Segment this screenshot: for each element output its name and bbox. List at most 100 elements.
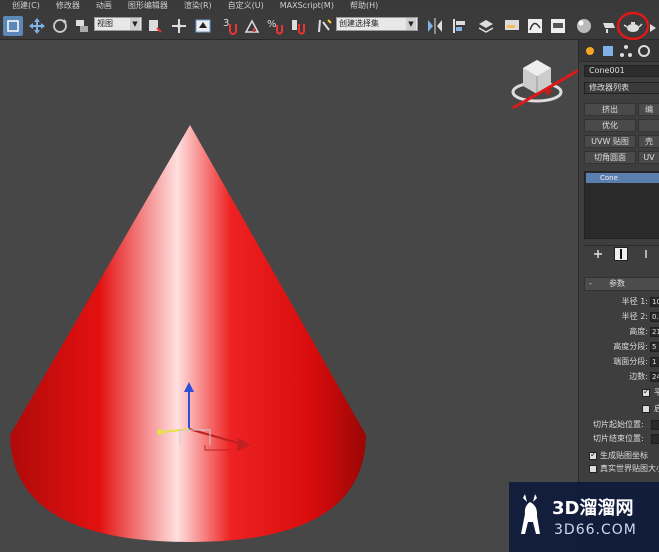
slice-on-checkbox[interactable]	[642, 405, 650, 413]
optimize-button[interactable]: 优化	[584, 119, 636, 132]
menu-create[interactable]: 创建(C)	[12, 0, 40, 12]
uvw-map-button[interactable]: UVW 贴图	[584, 135, 636, 148]
generate-mapping-checkbox[interactable]	[589, 450, 597, 460]
motion-tab-icon[interactable]	[637, 44, 651, 58]
modify-tab-icon[interactable]	[601, 44, 615, 58]
percent-snap-button[interactable]: %	[265, 16, 285, 36]
make-unique-icon[interactable]	[640, 249, 652, 259]
real-world-map-label: 真实世界贴图大小	[600, 464, 659, 473]
annotation-highlight-circle	[616, 11, 650, 41]
menu-maxscript[interactable]: MAXScript(M)	[280, 0, 334, 12]
slice-to-input[interactable]	[651, 434, 659, 444]
ribbon-icon	[505, 20, 519, 30]
menu-help[interactable]: 帮助(H)	[350, 0, 378, 12]
slice-from-label: 切片起始位置:	[593, 420, 644, 429]
graphite-ribbon-button[interactable]	[502, 16, 522, 36]
param-radius1-input[interactable]: 10	[650, 297, 659, 307]
reference-coordinate-button[interactable]	[72, 16, 92, 36]
menu-graph-editors[interactable]: 图形编辑器	[128, 0, 168, 12]
spinner-snap-icon	[292, 20, 305, 35]
rollout-title: 参数	[609, 279, 625, 288]
perspective-viewport[interactable]	[0, 40, 578, 552]
chamfer-button[interactable]: 切角圆面	[584, 151, 636, 164]
modifier-list-dropdown[interactable]: 修改器列表	[584, 82, 659, 94]
pivot-button[interactable]	[145, 16, 165, 36]
blank-modifier-button[interactable]	[638, 119, 659, 132]
menu-animation[interactable]: 动画	[96, 0, 112, 12]
select-object-icon	[7, 20, 19, 32]
slice-from-input[interactable]	[651, 420, 659, 430]
stack-item-cone[interactable]: Cone	[586, 173, 659, 183]
uv-button[interactable]: UV	[638, 151, 659, 164]
chevron-down-icon: ▼	[406, 18, 416, 30]
param-sides-input[interactable]: 24	[650, 372, 659, 382]
snaps-toggle-button[interactable]: 3	[220, 16, 240, 36]
coordinate-icon	[76, 20, 88, 32]
menu-customize[interactable]: 自定义(U)	[228, 0, 264, 12]
cone-object[interactable]	[10, 125, 366, 542]
generate-mapping-label: 生成贴图坐标	[600, 451, 648, 460]
select-manipulate-button[interactable]	[169, 16, 189, 36]
material-editor-button[interactable]	[574, 16, 594, 36]
param-height-segments-input[interactable]: 5	[650, 342, 659, 352]
end-result-icon	[620, 249, 622, 259]
named-selection-icon	[318, 19, 332, 33]
angle-snap-button[interactable]	[242, 16, 262, 36]
create-tab-icon[interactable]	[583, 44, 597, 58]
param-height-input[interactable]: 21	[650, 327, 659, 337]
param-cap-segments: 端面分段: 1	[579, 356, 659, 368]
extrude-button[interactable]: 挤出	[584, 103, 636, 116]
param-height-segments: 高度分段: 5	[579, 341, 659, 353]
watermark-3d66: 3D溜溜网 3D66.COM	[509, 482, 659, 552]
menu-bar: 创建(C) 修改器 动画 图形编辑器 渲染(R) 自定义(U) MAXScrip…	[0, 0, 659, 12]
shell-button[interactable]: 壳	[638, 135, 659, 148]
param-height: 高度: 21	[579, 326, 659, 338]
edit-mesh-button[interactable]: 编	[638, 103, 659, 116]
edit-named-selection-button[interactable]	[315, 16, 335, 36]
layer-manager-button[interactable]	[476, 16, 496, 36]
stack-tools	[584, 245, 659, 261]
param-height-segments-label: 高度分段:	[613, 342, 648, 351]
snap-magnet-icon: 3	[223, 18, 237, 35]
schematic-view-button[interactable]	[548, 16, 568, 36]
hierarchy-tab-icon[interactable]	[619, 44, 633, 58]
menu-rendering[interactable]: 渲染(R)	[184, 0, 212, 12]
curve-editor-button[interactable]	[525, 16, 545, 36]
show-end-result-button[interactable]	[614, 247, 628, 261]
mirror-button[interactable]	[425, 16, 445, 36]
param-sides: 边数: 24	[579, 371, 659, 383]
slice-to-label: 切片结束位置:	[593, 434, 644, 443]
smooth-checkbox[interactable]	[642, 387, 650, 397]
align-button[interactable]	[450, 16, 470, 36]
modifier-stack: Cone	[584, 171, 659, 239]
select-rotate-button[interactable]	[50, 16, 70, 36]
select-object-button[interactable]	[3, 16, 23, 36]
main-toolbar: 视图 ▼ 3 % 创建选择集 ▼	[0, 12, 659, 40]
param-radius2-label: 半径 2:	[621, 312, 648, 321]
object-name-field[interactable]: Cone001	[584, 65, 659, 77]
pin-stack-icon[interactable]	[592, 249, 604, 259]
layers-icon	[478, 20, 494, 33]
real-world-map-checkbox[interactable]	[589, 465, 597, 473]
param-sides-label: 边数:	[629, 372, 648, 381]
selection-set-value: 创建选择集	[339, 19, 379, 28]
collapse-icon: -	[589, 279, 592, 288]
curve-editor-icon	[528, 19, 542, 33]
slice-on-label: 启	[654, 404, 659, 414]
parameters-rollout-header[interactable]: - 参数	[584, 277, 659, 291]
param-radius1-label: 半径 1:	[621, 297, 648, 306]
percent-snap-icon: %	[267, 19, 283, 35]
spinner-snap-button[interactable]	[288, 16, 308, 36]
select-move-button[interactable]	[27, 16, 47, 36]
view-dropdown[interactable]: 视图 ▼	[94, 17, 142, 31]
param-height-label: 高度:	[629, 327, 648, 336]
keyboard-shortcut-button[interactable]	[193, 16, 213, 36]
schematic-icon	[551, 19, 565, 33]
percent-label: %	[267, 19, 277, 30]
param-cap-segments-input[interactable]: 1	[650, 357, 659, 367]
menu-modifiers[interactable]: 修改器	[56, 0, 80, 12]
watermark-title: 3D溜溜网	[552, 498, 634, 519]
selection-set-dropdown[interactable]: 创建选择集 ▼	[336, 17, 418, 31]
manipulate-icon	[172, 19, 186, 33]
param-radius2-input[interactable]: 0.0	[650, 312, 659, 322]
